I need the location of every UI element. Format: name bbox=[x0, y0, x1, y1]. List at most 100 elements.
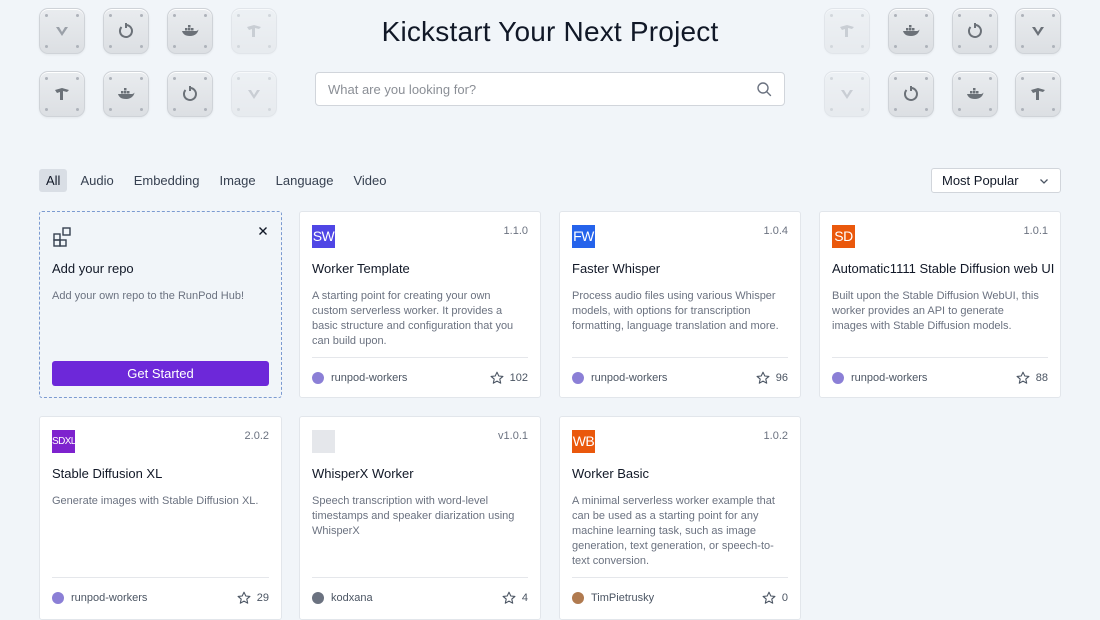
card-description: A minimal serverless worker example that… bbox=[572, 495, 775, 567]
card-author[interactable]: runpod-workers bbox=[312, 371, 408, 384]
author-name: TimPietrusky bbox=[591, 591, 655, 604]
vue-icon bbox=[231, 71, 277, 117]
filter-embedding[interactable]: Embedding bbox=[127, 169, 207, 192]
card-footer: runpod-workers 96 bbox=[572, 357, 788, 397]
card-footer: kodxana 4 bbox=[312, 577, 528, 617]
card-logo: SW bbox=[312, 225, 335, 248]
search-box[interactable] bbox=[315, 72, 785, 106]
star-count: 88 bbox=[1035, 371, 1048, 384]
card-title: Worker Template bbox=[312, 261, 410, 276]
card-description: Generate images with Stable Diffusion XL… bbox=[52, 495, 259, 507]
filter-language[interactable]: Language bbox=[269, 169, 341, 192]
category-filters: All Audio Embedding Image Language Video bbox=[39, 169, 395, 192]
card-whisperx-worker[interactable]: v1.0.1 WhisperX Worker Speech transcript… bbox=[299, 416, 541, 620]
search-input[interactable] bbox=[328, 81, 756, 97]
card-stars[interactable]: 102 bbox=[490, 371, 528, 385]
author-name: runpod-workers bbox=[71, 591, 148, 604]
card-author[interactable]: kodxana bbox=[312, 591, 373, 604]
filter-all[interactable]: All bbox=[39, 169, 68, 192]
star-icon bbox=[762, 591, 776, 604]
avatar bbox=[832, 371, 844, 384]
card-footer: runpod-workers 102 bbox=[312, 357, 528, 397]
filter-audio[interactable]: Audio bbox=[73, 169, 120, 192]
chevron-down-icon bbox=[1040, 178, 1048, 184]
avatar bbox=[572, 371, 584, 384]
avatar bbox=[52, 591, 64, 604]
card-logo: FW bbox=[572, 225, 595, 248]
author-name: kodxana bbox=[331, 591, 373, 604]
tech-icon bbox=[1015, 71, 1061, 117]
card-logo: SD bbox=[832, 225, 855, 248]
card-footer: TimPietrusky 0 bbox=[572, 577, 788, 617]
card-title: Automatic1111 Stable Diffusion web UI bbox=[832, 261, 1055, 276]
add-repo-description: Add your own repo to the RunPod Hub! bbox=[52, 290, 245, 302]
card-logo bbox=[312, 430, 335, 453]
docker-icon bbox=[952, 71, 998, 117]
vue-icon bbox=[824, 71, 870, 117]
card-faster-whisper[interactable]: FW 1.0.4 Faster Whisper Process audio fi… bbox=[559, 211, 801, 398]
card-title: Stable Diffusion XL bbox=[52, 466, 163, 481]
page-title: Kickstart Your Next Project bbox=[381, 16, 719, 47]
card-description: Process audio files using various Whispe… bbox=[572, 290, 779, 332]
star-count: 96 bbox=[775, 371, 788, 384]
card-title: Faster Whisper bbox=[572, 261, 661, 276]
card-stars[interactable]: 0 bbox=[762, 591, 788, 605]
card-footer: runpod-workers 29 bbox=[52, 577, 269, 617]
card-version: 1.0.2 bbox=[763, 430, 788, 442]
star-icon bbox=[490, 371, 504, 384]
card-title: Worker Basic bbox=[572, 466, 650, 481]
close-icon[interactable] bbox=[257, 225, 269, 237]
card-stable-diffusion-xl[interactable]: SDXL 2.0.2 Stable Diffusion XL Generate … bbox=[39, 416, 282, 620]
card-description: A starting point for creating your own c… bbox=[312, 290, 514, 347]
avatar bbox=[572, 591, 584, 604]
author-name: runpod-workers bbox=[591, 371, 668, 384]
filter-image[interactable]: Image bbox=[212, 169, 262, 192]
author-name: runpod-workers bbox=[851, 371, 928, 384]
star-count: 4 bbox=[521, 591, 528, 604]
add-repo-title: Add your repo bbox=[52, 261, 134, 276]
card-stars[interactable]: 96 bbox=[756, 371, 788, 385]
star-count: 29 bbox=[256, 591, 269, 604]
sort-dropdown[interactable]: Most Popular bbox=[931, 168, 1061, 193]
sort-selected-label: Most Popular bbox=[942, 173, 1019, 188]
star-icon bbox=[237, 591, 251, 604]
tech-icon bbox=[39, 71, 85, 117]
search-icon[interactable] bbox=[756, 81, 772, 97]
card-title: WhisperX Worker bbox=[312, 466, 414, 481]
card-footer: runpod-workers 88 bbox=[832, 357, 1048, 397]
card-author[interactable]: runpod-workers bbox=[52, 591, 148, 604]
star-icon bbox=[1016, 371, 1030, 384]
card-description: Speech transcription with word-level tim… bbox=[312, 495, 515, 537]
star-count: 0 bbox=[781, 591, 788, 604]
docker-icon bbox=[103, 71, 149, 117]
card-logo: SDXL bbox=[52, 430, 75, 453]
card-stars[interactable]: 88 bbox=[1016, 371, 1048, 385]
card-logo: WB bbox=[572, 430, 595, 453]
card-stars[interactable]: 29 bbox=[237, 591, 269, 605]
card-version: 2.0.2 bbox=[244, 430, 269, 442]
avatar bbox=[312, 371, 324, 384]
filter-video[interactable]: Video bbox=[346, 169, 393, 192]
spinner-icon bbox=[888, 71, 934, 117]
card-worker-template[interactable]: SW 1.1.0 Worker Template A starting poin… bbox=[299, 211, 541, 398]
card-version: 1.0.1 bbox=[1023, 225, 1048, 237]
add-repo-icon bbox=[53, 227, 71, 247]
add-repo-card: Add your repo Add your own repo to the R… bbox=[39, 211, 282, 398]
card-stars[interactable]: 4 bbox=[502, 591, 528, 605]
card-worker-basic[interactable]: WB 1.0.2 Worker Basic A minimal serverle… bbox=[559, 416, 801, 620]
star-count: 102 bbox=[509, 371, 528, 384]
author-name: runpod-workers bbox=[331, 371, 408, 384]
card-automatic1111[interactable]: SD 1.0.1 Automatic1111 Stable Diffusion … bbox=[819, 211, 1061, 398]
card-author[interactable]: runpod-workers bbox=[572, 371, 668, 384]
get-started-button[interactable]: Get Started bbox=[52, 361, 269, 386]
card-version: v1.0.1 bbox=[498, 430, 528, 442]
spinner-icon bbox=[167, 71, 213, 117]
card-version: 1.1.0 bbox=[503, 225, 528, 237]
card-author[interactable]: TimPietrusky bbox=[572, 591, 655, 604]
card-version: 1.0.4 bbox=[763, 225, 788, 237]
avatar bbox=[312, 591, 324, 604]
star-icon bbox=[502, 591, 516, 604]
star-icon bbox=[756, 371, 770, 384]
card-author[interactable]: runpod-workers bbox=[832, 371, 928, 384]
card-description: Built upon the Stable Diffusion WebUI, t… bbox=[832, 290, 1039, 332]
